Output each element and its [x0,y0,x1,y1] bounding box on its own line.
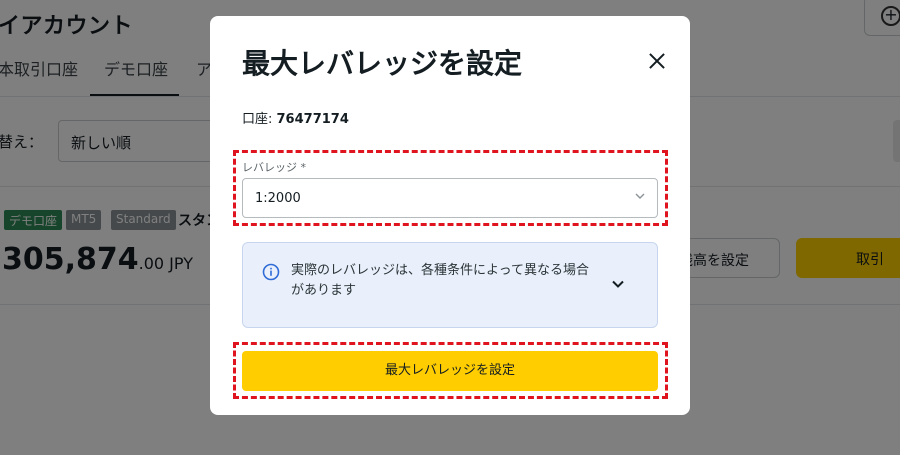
account-number: 76477174 [276,112,349,127]
dialog-title: 最大レバレッジを設定 [242,47,523,80]
leverage-value: 1:2000 [255,191,301,206]
set-max-leverage-button[interactable]: 最大レバレッジを設定 [242,351,658,391]
max-leverage-dialog: 最大レバレッジを設定 口座: 76477174 レバレッジ * 1:2000 実… [210,16,690,415]
close-icon[interactable] [646,50,668,72]
leverage-select[interactable]: 1:2000 [242,178,658,218]
info-text: 実際のレバレッジは、各種条件によって異なる場合があります [291,263,589,298]
leverage-label: レバレッジ * [242,161,306,174]
info-notice: 実際のレバレッジは、各種条件によって異なる場合があります [242,242,658,328]
account-label: 口座: [242,112,277,127]
chevron-down-icon [635,193,645,199]
account-info: 口座: 76477174 [242,108,349,127]
info-icon [262,263,280,281]
chevron-down-icon[interactable] [611,277,625,291]
